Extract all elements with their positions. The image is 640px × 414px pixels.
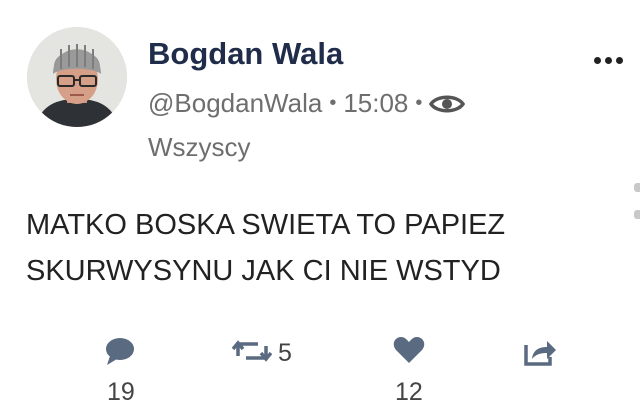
more-options-button[interactable] (592, 54, 624, 66)
reply-count: 19 (107, 378, 135, 406)
post-card: Bogdan Wala @BogdanWala • 15:08 • Wszysc… (0, 0, 640, 414)
visibility-label: Wszyscy (148, 132, 251, 162)
reply-button[interactable] (104, 336, 136, 371)
post-text-line: MATKO BOSKA SWIETA TO PAPIEZ (26, 209, 506, 241)
share-button[interactable] (523, 337, 557, 372)
share-icon (523, 337, 557, 372)
meta-separator: • (329, 92, 337, 114)
post-text-line: SKURWYSYNU JAK CI NIE WSTYD (26, 255, 501, 287)
more-dot (604, 56, 612, 64)
edge-indicator (634, 183, 640, 192)
post-body: MATKO BOSKA SWIETA TO PAPIEZ SKURWYSYNU … (26, 202, 505, 294)
repost-button[interactable]: 5 (231, 338, 292, 369)
post-time[interactable]: 15:08 (343, 88, 408, 119)
repost-count: 5 (278, 339, 292, 367)
comment-icon (104, 336, 136, 371)
more-dots-icon (593, 56, 601, 64)
more-dot (615, 56, 623, 64)
author-display-name[interactable]: Bogdan Wala (148, 36, 343, 72)
avatar[interactable] (27, 27, 127, 127)
meta-separator: • (415, 92, 423, 114)
edge-indicator (634, 210, 640, 219)
repost-icon (231, 338, 273, 369)
like-button[interactable] (393, 336, 425, 369)
author-handle[interactable]: @BogdanWala (148, 88, 322, 119)
like-count: 12 (395, 378, 423, 406)
eye-icon (429, 92, 466, 116)
post-meta: @BogdanWala • 15:08 • (148, 88, 466, 119)
heart-icon (393, 336, 425, 369)
